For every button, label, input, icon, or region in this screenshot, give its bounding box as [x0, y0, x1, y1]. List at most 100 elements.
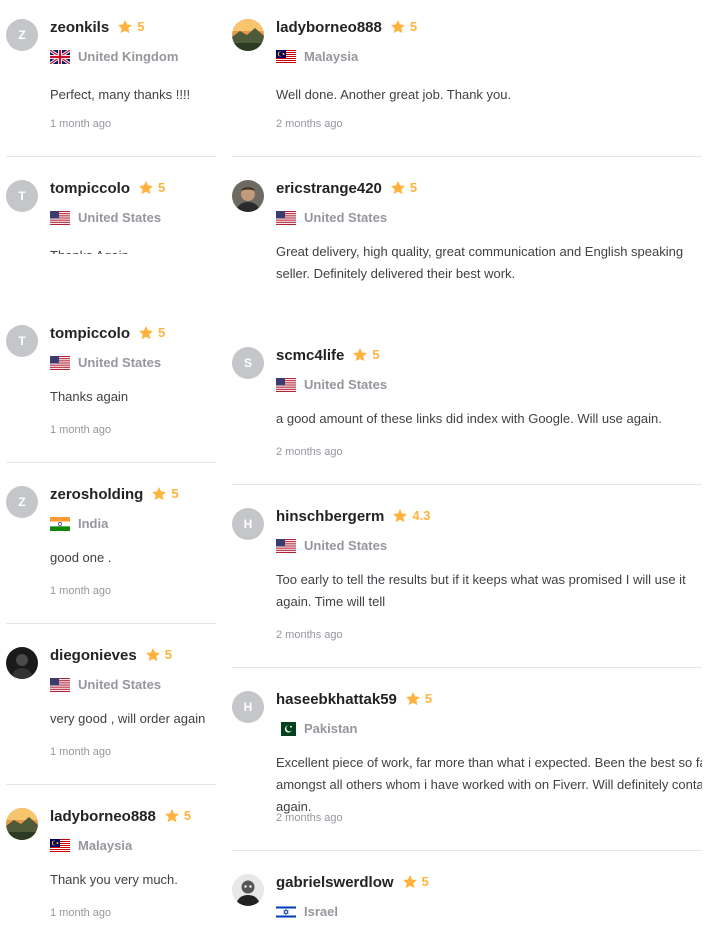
- review-card: S scmc4life 5 United States a good amount…: [232, 328, 702, 488]
- avatar[interactable]: S: [232, 347, 264, 379]
- username[interactable]: ladyborneo888 5: [50, 808, 191, 825]
- avatar[interactable]: H: [232, 508, 264, 540]
- review-date: 1 month ago: [50, 907, 112, 919]
- rating: 4.3: [392, 508, 430, 524]
- country: Pakistan: [276, 721, 357, 736]
- review-card: H haseebkhattak59 5 Pakistan Excellent pi…: [232, 672, 702, 855]
- rating: 5: [352, 347, 380, 363]
- israel-flag-icon: [276, 904, 296, 919]
- divider: [232, 156, 702, 157]
- star-icon: [139, 326, 153, 340]
- divider: [232, 850, 702, 851]
- star-icon: [390, 20, 405, 34]
- username[interactable]: zerosholding 5: [50, 486, 179, 503]
- review-comment: Thank you very much.: [50, 872, 178, 887]
- country: Israel: [276, 904, 338, 919]
- divider: [6, 623, 216, 624]
- divider: [6, 784, 216, 785]
- username[interactable]: gabrielswerdlow 5: [276, 874, 429, 891]
- avatar[interactable]: Z: [6, 486, 38, 518]
- review-date: 1 month ago: [50, 424, 112, 436]
- review-card: Z zerosholding 5 India good one . 1 month…: [6, 467, 216, 627]
- divider: [6, 156, 216, 157]
- india-flag-icon: [50, 516, 70, 531]
- review-card: ladyborneo888 5 Malaysia Well done. Anoth…: [232, 0, 702, 160]
- us-flag-icon: [276, 538, 296, 553]
- star-icon: [402, 875, 417, 889]
- divider: [232, 484, 702, 485]
- username[interactable]: ladyborneo888 5: [276, 19, 417, 36]
- review-card: T tompiccolo5 United States Thanks Again: [6, 161, 216, 254]
- uk-flag-icon: [50, 49, 70, 64]
- username[interactable]: scmc4life 5: [276, 347, 380, 364]
- rating: 5: [117, 19, 144, 35]
- review-comment: Perfect, many thanks !!!!: [50, 87, 191, 102]
- rating: 5: [402, 874, 429, 890]
- rating: 5: [405, 691, 432, 707]
- star-icon: [145, 648, 160, 662]
- us-flag-icon: [276, 210, 296, 225]
- country: United Kingdom: [50, 49, 178, 64]
- review-card: ladyborneo888 5 Malaysia Thank you very m…: [6, 789, 216, 935]
- country: United States: [276, 210, 387, 225]
- username[interactable]: ericstrange420 5: [276, 180, 417, 197]
- review-card: H hinschbergerm 4.3 United States Too ear…: [232, 489, 702, 672]
- username[interactable]: tompiccolo 5: [50, 325, 165, 342]
- review-date: 2 months ago: [276, 629, 343, 641]
- divider: [232, 667, 702, 668]
- star-icon: [405, 692, 420, 706]
- us-flag-icon: [50, 210, 70, 225]
- review-comment: Too early to tell the results but if it …: [276, 572, 686, 609]
- review-date: 1 month ago: [50, 585, 112, 597]
- review-comment: Great delivery, high quality, great comm…: [276, 244, 684, 281]
- review-comment: Thanks Again: [50, 245, 216, 254]
- review-date: 2 months ago: [276, 446, 343, 458]
- review-card: ericstrange420 5 United States Great deli…: [232, 161, 702, 291]
- country: United States: [276, 538, 387, 553]
- pakistan-flag-icon: [276, 721, 296, 736]
- username[interactable]: tompiccolo 5: [50, 180, 165, 197]
- avatar[interactable]: [232, 19, 264, 51]
- review-comment: a good amount of these links did index w…: [276, 411, 662, 426]
- country: United States: [50, 677, 161, 692]
- us-flag-icon: [50, 355, 70, 370]
- country: United States: [276, 377, 387, 392]
- avatar[interactable]: H: [232, 691, 264, 723]
- rating: 5: [151, 486, 179, 502]
- star-icon: [139, 181, 153, 195]
- us-flag-icon: [276, 377, 296, 392]
- star-icon: [353, 348, 368, 362]
- review-card: T tompiccolo 5 United States Thanks again…: [6, 306, 216, 466]
- review-comment: good one .: [50, 550, 112, 565]
- avatar[interactable]: [6, 647, 38, 679]
- rating: 5: [164, 808, 191, 824]
- username[interactable]: diegonieves 5: [50, 647, 172, 664]
- divider: [6, 462, 216, 463]
- review-date: 2 months ago: [276, 118, 343, 130]
- avatar[interactable]: [6, 808, 38, 840]
- reviews-column-left: Z zeonkils 5 United Kingdom Perfect, many…: [0, 0, 216, 935]
- rating: 5: [138, 325, 165, 341]
- avatar[interactable]: T: [6, 325, 38, 357]
- avatar[interactable]: Z: [6, 19, 38, 51]
- review-date: 2 months ago: [276, 812, 343, 824]
- avatar[interactable]: [232, 874, 264, 906]
- star-icon: [393, 509, 408, 523]
- review-comment: Well done. Another great job. Thank you.: [276, 87, 512, 102]
- review-date: 1 month ago: [50, 746, 112, 758]
- review-comment: Thanks again: [50, 389, 129, 404]
- rating: 5: [390, 19, 417, 35]
- avatar[interactable]: T: [6, 180, 38, 212]
- malaysia-flag-icon: [50, 838, 70, 853]
- country: India: [50, 516, 108, 531]
- rating: 5: [138, 180, 165, 196]
- avatar[interactable]: [232, 180, 264, 212]
- username[interactable]: haseebkhattak59 5: [276, 691, 432, 708]
- username[interactable]: zeonkils 5: [50, 19, 144, 36]
- star-icon: [152, 487, 167, 501]
- country: United States: [50, 210, 161, 225]
- review-date: 1 month ago: [50, 118, 112, 130]
- username[interactable]: hinschbergerm 4.3: [276, 508, 430, 525]
- reviews-column-right: ladyborneo888 5 Malaysia Well done. Anoth…: [232, 0, 702, 935]
- review-card: gabrielswerdlow 5 Israel: [232, 855, 702, 935]
